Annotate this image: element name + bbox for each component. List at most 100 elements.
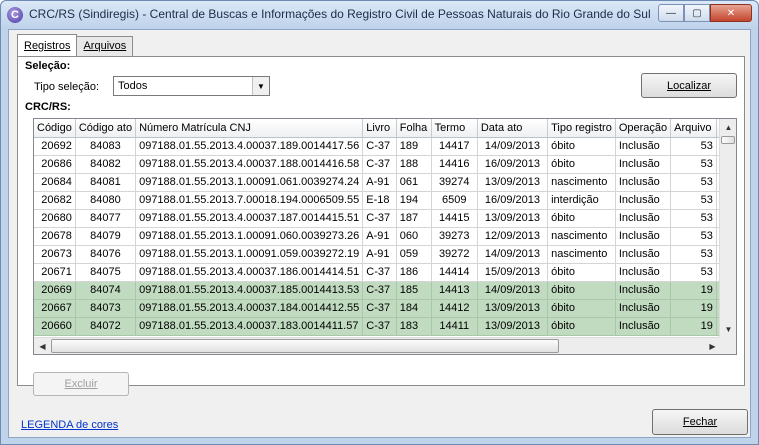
client-area: Registros Arquivos Seleção: Tipo seleção… xyxy=(8,29,751,438)
fechar-button[interactable]: Fechar xyxy=(652,409,748,435)
scroll-left-icon[interactable]: ◀ xyxy=(34,338,51,354)
table-row[interactable]: 20684 84081 097188.01.55.2013.1.00091.061.… xyxy=(34,173,736,192)
cell-tipo: nascimento xyxy=(547,245,616,264)
tab-registros[interactable]: Registros xyxy=(17,34,78,56)
cell-codigo: 20667 xyxy=(34,299,76,318)
table-row[interactable]: 20692 84083 097188.01.55.2013.4.00037.189.… xyxy=(34,137,736,156)
cell-arquivo: 53 xyxy=(670,137,717,156)
cell-codigo-ato: 84077 xyxy=(75,209,137,228)
vertical-scrollbar[interactable]: ▲ ▼ xyxy=(719,119,736,338)
column-header[interactable]: Código xyxy=(34,119,76,138)
cell-livro: A-91 xyxy=(362,245,397,264)
cell-arquivo: 53 xyxy=(670,245,717,264)
table-row[interactable]: 20669 84074 097188.01.55.2013.4.00037.185.… xyxy=(34,281,736,300)
chevron-down-icon[interactable]: ▼ xyxy=(252,77,269,95)
cell-tipo: óbito xyxy=(547,137,616,156)
tab-arquivos[interactable]: Arquivos xyxy=(76,36,134,56)
cell-data: 12/09/2013 xyxy=(477,227,549,246)
cell-codigo-ato: 84074 xyxy=(75,281,137,300)
cell-codigo: 20684 xyxy=(34,173,76,192)
column-header[interactable]: Data ato xyxy=(477,119,549,138)
cell-tipo: nascimento xyxy=(547,227,616,246)
cell-tipo: óbito xyxy=(547,263,616,282)
cell-termo: 14416 xyxy=(431,155,478,174)
cell-operacao: Inclusão xyxy=(615,245,672,264)
cell-codigo-ato: 84079 xyxy=(75,227,137,246)
column-header[interactable]: Código ato xyxy=(75,119,137,138)
excluir-label: Excluir xyxy=(64,378,98,390)
cell-tipo: óbito xyxy=(547,281,616,300)
cell-folha: 194 xyxy=(396,191,432,210)
cell-livro: A-91 xyxy=(362,227,397,246)
scroll-down-icon[interactable]: ▼ xyxy=(720,321,736,338)
cell-matricula: 097188.01.55.2013.7.00018.194.0006509.55 xyxy=(135,191,364,210)
cell-codigo-ato: 84076 xyxy=(75,245,137,264)
cell-termo: 14414 xyxy=(431,263,478,282)
minimize-button[interactable]: — xyxy=(658,4,684,22)
cell-matricula: 097188.01.55.2013.4.00037.186.0014414.51 xyxy=(135,263,364,282)
cell-operacao: Inclusão xyxy=(615,137,672,156)
cell-operacao: Inclusão xyxy=(615,209,672,228)
cell-tipo: óbito xyxy=(547,155,616,174)
grid-header-row: Código Código ato Número Matrícula CNJ Livr… xyxy=(34,119,736,138)
cell-termo: 14413 xyxy=(431,281,478,300)
column-header[interactable]: Tipo registro xyxy=(547,119,616,138)
cell-matricula: 097188.01.55.2013.1.00091.060.0039273.26 xyxy=(135,227,364,246)
selecao-group-label: Seleção: xyxy=(25,60,71,72)
table-row[interactable]: 20686 84082 097188.01.55.2013.4.00037.188.… xyxy=(34,155,736,174)
column-header[interactable]: Folha xyxy=(396,119,432,138)
table-row[interactable]: 20671 84075 097188.01.55.2013.4.00037.186.… xyxy=(34,263,736,282)
cell-livro: C-37 xyxy=(362,281,397,300)
column-header[interactable]: Termo xyxy=(431,119,478,138)
selecao-divider xyxy=(70,66,738,67)
cell-data: 13/09/2013 xyxy=(477,173,549,192)
cell-codigo: 20660 xyxy=(34,317,76,336)
scroll-up-icon[interactable]: ▲ xyxy=(720,119,736,136)
cell-data: 14/09/2013 xyxy=(477,281,549,300)
table-row[interactable]: 20660 84072 097188.01.55.2013.4.00037.183.… xyxy=(34,317,736,336)
cell-codigo: 20669 xyxy=(34,281,76,300)
cell-arquivo: 53 xyxy=(670,155,717,174)
cell-tipo: interdição xyxy=(547,191,616,210)
column-header[interactable]: Operação xyxy=(615,119,672,138)
table-row[interactable]: 20680 84077 097188.01.55.2013.4.00037.187.… xyxy=(34,209,736,228)
table-row[interactable]: 20673 84076 097188.01.55.2013.1.00091.059.… xyxy=(34,245,736,264)
cell-termo: 14412 xyxy=(431,299,478,318)
cell-matricula: 097188.01.55.2013.4.00037.188.0014416.58 xyxy=(135,155,364,174)
horizontal-scroll-thumb[interactable] xyxy=(51,339,559,353)
localizar-button[interactable]: Localizar xyxy=(641,73,737,98)
close-icon: ✕ xyxy=(726,7,736,19)
fechar-label: Fechar xyxy=(682,416,718,428)
column-header[interactable]: Livro xyxy=(362,119,397,138)
cell-folha: 189 xyxy=(396,137,432,156)
excluir-button[interactable]: Excluir xyxy=(33,372,129,396)
tipo-selecao-dropdown[interactable]: Todos ▼ xyxy=(113,76,270,96)
cell-termo: 39272 xyxy=(431,245,478,264)
column-header[interactable]: Número Matrícula CNJ xyxy=(135,119,364,138)
cell-codigo: 20682 xyxy=(34,191,76,210)
vertical-scroll-thumb[interactable] xyxy=(721,136,735,144)
maximize-button[interactable]: ▢ xyxy=(684,4,710,22)
cell-matricula: 097188.01.55.2013.1.00091.061.0039274.24 xyxy=(135,173,364,192)
close-button[interactable]: ✕ xyxy=(710,4,752,22)
cell-operacao: Inclusão xyxy=(615,173,672,192)
title-bar[interactable]: C CRC/RS (Sindiregis) - Central de Busca… xyxy=(1,1,758,29)
cell-termo: 6509 xyxy=(431,191,478,210)
localizar-label: Localizar xyxy=(666,79,712,92)
horizontal-scrollbar[interactable]: ◀ ▶ xyxy=(34,337,736,354)
cell-operacao: Inclusão xyxy=(615,227,672,246)
registros-grid[interactable]: Código Código ato Número Matrícula CNJ Livr… xyxy=(33,118,737,355)
cell-matricula: 097188.01.55.2013.1.00091.059.0039272.19 xyxy=(135,245,364,264)
table-row[interactable]: 20667 84073 097188.01.55.2013.4.00037.184.… xyxy=(34,299,736,318)
cell-livro: C-37 xyxy=(362,263,397,282)
cell-data: 16/09/2013 xyxy=(477,191,549,210)
cell-codigo-ato: 84083 xyxy=(75,137,137,156)
table-row[interactable]: 20682 84080 097188.01.55.2013.7.00018.194.… xyxy=(34,191,736,210)
column-header[interactable]: Arquivo xyxy=(670,119,717,138)
crc-group-label: CRC/RS: xyxy=(25,101,71,113)
cell-folha: 186 xyxy=(396,263,432,282)
table-row[interactable]: 20678 84079 097188.01.55.2013.1.00091.060.… xyxy=(34,227,736,246)
cell-matricula: 097188.01.55.2013.4.00037.189.0014417.56 xyxy=(135,137,364,156)
legenda-cores-link[interactable]: LEGENDA de cores xyxy=(21,419,118,431)
tab-strip: Registros Arquivos xyxy=(17,34,134,57)
